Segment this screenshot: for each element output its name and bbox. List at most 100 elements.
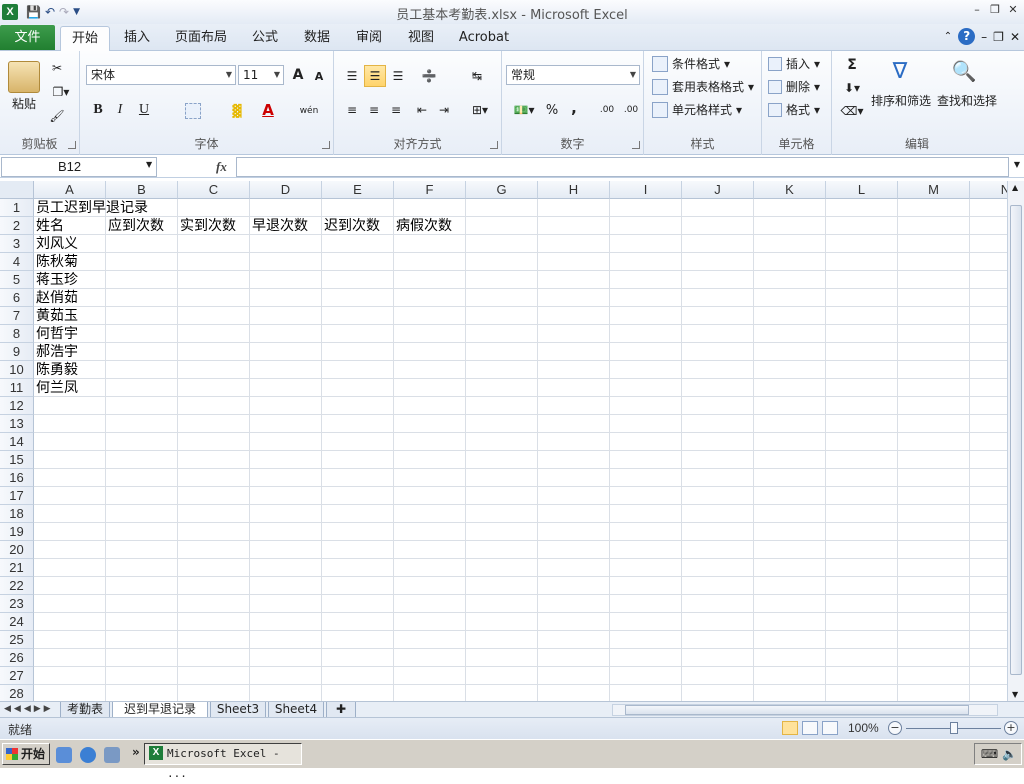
minimize-icon[interactable]: – (970, 3, 984, 17)
delete-cells-button[interactable]: 删除 ▾ (768, 78, 820, 95)
cell-g1[interactable] (466, 199, 538, 217)
tab-review[interactable]: 审阅 (346, 26, 392, 51)
cell-e21[interactable] (322, 559, 394, 577)
cell-b17[interactable] (106, 487, 178, 505)
vertical-scroll-thumb[interactable] (1010, 205, 1022, 675)
cell-f14[interactable] (394, 433, 466, 451)
row-header[interactable]: 9 (0, 343, 34, 361)
cell-h14[interactable] (538, 433, 610, 451)
cell-h12[interactable] (538, 397, 610, 415)
cell-e12[interactable] (322, 397, 394, 415)
cell-m23[interactable] (898, 595, 970, 613)
cell-c20[interactable] (178, 541, 250, 559)
find-select-icon[interactable]: 🔍 (948, 55, 980, 87)
cell-h2[interactable] (538, 217, 610, 235)
cell-d10[interactable] (250, 361, 322, 379)
decrease-indent-icon[interactable]: ⇤ (412, 99, 432, 121)
cell-n17[interactable] (970, 487, 1007, 505)
cell-b9[interactable] (106, 343, 178, 361)
cell-i13[interactable] (610, 415, 682, 433)
cell-n4[interactable] (970, 253, 1007, 271)
cell-a10[interactable]: 陈勇毅 (34, 361, 106, 379)
orientation-icon[interactable]: ➗ (416, 65, 442, 87)
row-header[interactable]: 27 (0, 667, 34, 685)
cell-j2[interactable] (682, 217, 754, 235)
cell-g23[interactable] (466, 595, 538, 613)
cell-e11[interactable] (322, 379, 394, 397)
cell-l5[interactable] (826, 271, 898, 289)
cell-g16[interactable] (466, 469, 538, 487)
cell-f15[interactable] (394, 451, 466, 469)
cell-h5[interactable] (538, 271, 610, 289)
cell-d12[interactable] (250, 397, 322, 415)
cell-a18[interactable] (34, 505, 106, 523)
cell-d19[interactable] (250, 523, 322, 541)
cell-n26[interactable] (970, 649, 1007, 667)
cell-d24[interactable] (250, 613, 322, 631)
cell-l22[interactable] (826, 577, 898, 595)
cell-g19[interactable] (466, 523, 538, 541)
cell-h10[interactable] (538, 361, 610, 379)
cell-a9[interactable]: 郝浩宇 (34, 343, 106, 361)
fill-color-icon[interactable]: ▓ (222, 101, 252, 121)
cell-n18[interactable] (970, 505, 1007, 523)
cell-a2[interactable]: 姓名 (34, 217, 106, 235)
cell-f13[interactable] (394, 415, 466, 433)
doc-close-icon[interactable]: ✕ (1010, 30, 1020, 44)
cell-h1[interactable] (538, 199, 610, 217)
cell-f9[interactable] (394, 343, 466, 361)
cell-f10[interactable] (394, 361, 466, 379)
cell-g21[interactable] (466, 559, 538, 577)
cell-e18[interactable] (322, 505, 394, 523)
cell-a7[interactable]: 黄茹玉 (34, 307, 106, 325)
cell-d18[interactable] (250, 505, 322, 523)
cell-l19[interactable] (826, 523, 898, 541)
cell-k22[interactable] (754, 577, 826, 595)
cell-a26[interactable] (34, 649, 106, 667)
cell-e16[interactable] (322, 469, 394, 487)
cell-a8[interactable]: 何哲宇 (34, 325, 106, 343)
cell-f28[interactable] (394, 685, 466, 701)
cell-c19[interactable] (178, 523, 250, 541)
cell-g6[interactable] (466, 289, 538, 307)
cell-l25[interactable] (826, 631, 898, 649)
cell-l1[interactable] (826, 199, 898, 217)
cell-a16[interactable] (34, 469, 106, 487)
cell-e14[interactable] (322, 433, 394, 451)
cell-c11[interactable] (178, 379, 250, 397)
cell-e13[interactable] (322, 415, 394, 433)
cell-c9[interactable] (178, 343, 250, 361)
sheet-tab-sheet4[interactable]: Sheet4 (268, 702, 324, 718)
cell-j28[interactable] (682, 685, 754, 701)
cell-d26[interactable] (250, 649, 322, 667)
cell-n20[interactable] (970, 541, 1007, 559)
cell-i11[interactable] (610, 379, 682, 397)
cell-j1[interactable] (682, 199, 754, 217)
insert-cells-button[interactable]: 插入 ▾ (768, 55, 820, 72)
cell-l20[interactable] (826, 541, 898, 559)
font-launcher-icon[interactable] (322, 141, 330, 149)
cell-i24[interactable] (610, 613, 682, 631)
cell-i9[interactable] (610, 343, 682, 361)
tab-formulas[interactable]: 公式 (242, 26, 288, 51)
cell-j23[interactable] (682, 595, 754, 613)
row-header[interactable]: 26 (0, 649, 34, 667)
cell-h21[interactable] (538, 559, 610, 577)
cell-j5[interactable] (682, 271, 754, 289)
internet-explorer-icon[interactable] (80, 747, 96, 763)
cell-b16[interactable] (106, 469, 178, 487)
cell-i15[interactable] (610, 451, 682, 469)
cell-n22[interactable] (970, 577, 1007, 595)
cell-k3[interactable] (754, 235, 826, 253)
cell-h16[interactable] (538, 469, 610, 487)
align-bottom-icon[interactable]: ☰ (388, 65, 408, 87)
cell-k28[interactable] (754, 685, 826, 701)
cell-n15[interactable] (970, 451, 1007, 469)
cell-a19[interactable] (34, 523, 106, 541)
cell-e25[interactable] (322, 631, 394, 649)
cell-c23[interactable] (178, 595, 250, 613)
cell-j12[interactable] (682, 397, 754, 415)
cell-b7[interactable] (106, 307, 178, 325)
insert-sheet-icon[interactable]: ✚ (326, 702, 356, 718)
restore-icon[interactable]: ❐ (988, 3, 1002, 17)
